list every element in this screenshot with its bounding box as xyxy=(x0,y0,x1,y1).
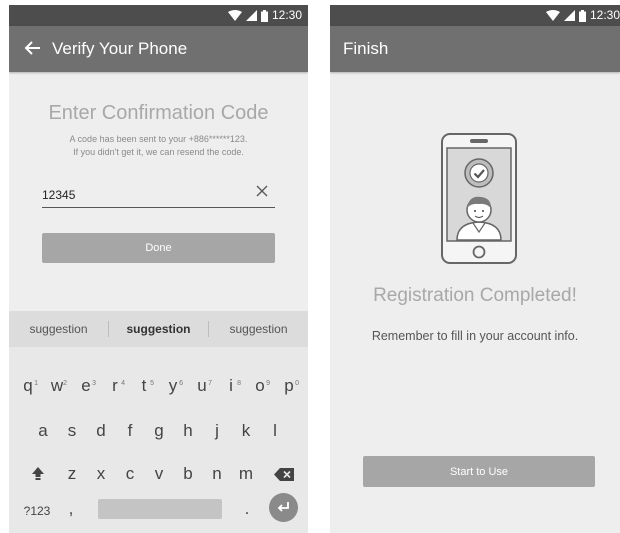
key-c[interactable]: c xyxy=(117,460,143,488)
key-label: e xyxy=(81,376,91,395)
key-w[interactable]: w2 xyxy=(44,371,70,401)
key-y[interactable]: y6 xyxy=(160,371,186,401)
key-number-hint: 2 xyxy=(63,380,67,387)
symbols-key[interactable]: ?123 xyxy=(19,501,55,521)
key-label: w xyxy=(50,376,64,395)
key-label: r xyxy=(112,376,118,395)
phone-illustration xyxy=(441,133,517,264)
key-z[interactable]: z xyxy=(59,460,85,488)
key-m[interactable]: m xyxy=(233,460,259,488)
enter-key[interactable] xyxy=(269,493,298,522)
suggestion-item[interactable]: suggestion xyxy=(209,311,308,347)
suggestion-strip: suggestion suggestion suggestion xyxy=(9,311,308,347)
app-bar: Finish xyxy=(330,26,620,72)
start-to-use-button[interactable]: Start to Use xyxy=(363,456,595,487)
key-h[interactable]: h xyxy=(175,417,201,445)
comma-key[interactable]: , xyxy=(61,497,81,521)
key-b[interactable]: b xyxy=(175,460,201,488)
key-v[interactable]: v xyxy=(146,460,172,488)
key-label: o xyxy=(255,376,265,395)
battery-icon xyxy=(578,9,586,22)
backspace-icon[interactable] xyxy=(274,468,294,481)
key-f[interactable]: f xyxy=(117,417,143,445)
done-button[interactable]: Done xyxy=(42,233,275,263)
wifi-icon xyxy=(227,10,242,21)
confirmation-code-input[interactable] xyxy=(42,182,275,208)
key-number-hint: 0 xyxy=(295,380,299,387)
key-j[interactable]: j xyxy=(204,417,230,445)
wifi-icon xyxy=(545,10,560,21)
key-number-hint: 8 xyxy=(237,380,241,387)
verify-phone-screen: 12:30 Verify Your Phone Enter Confirmati… xyxy=(9,5,308,533)
signal-icon xyxy=(563,10,575,21)
key-x[interactable]: x xyxy=(88,460,114,488)
key-number-hint: 9 xyxy=(266,380,270,387)
key-a[interactable]: a xyxy=(30,417,56,445)
close-icon[interactable] xyxy=(256,185,268,197)
key-t[interactable]: t5 xyxy=(131,371,157,401)
key-r[interactable]: r4 xyxy=(102,371,128,401)
period-key[interactable]: . xyxy=(237,497,257,521)
check-circle-icon xyxy=(464,158,494,188)
status-bar: 12:30 xyxy=(330,5,620,26)
finish-screen: 12:30 Finish Registration Completed! Rem… xyxy=(330,5,620,533)
shift-icon[interactable] xyxy=(31,466,45,480)
suggestion-item[interactable]: suggestion xyxy=(9,311,108,347)
status-time: 12:30 xyxy=(589,8,620,22)
space-key[interactable] xyxy=(98,499,222,519)
key-d[interactable]: d xyxy=(88,417,114,445)
signal-icon xyxy=(245,10,257,21)
key-s[interactable]: s xyxy=(59,417,85,445)
key-k[interactable]: k xyxy=(233,417,259,445)
key-label: y xyxy=(168,376,178,395)
key-e[interactable]: e3 xyxy=(73,371,99,401)
key-label: q xyxy=(23,376,33,395)
code-sent-text: A code has been sent to your +886******1… xyxy=(69,134,248,144)
status-time: 12:30 xyxy=(271,8,302,22)
key-g[interactable]: g xyxy=(146,417,172,445)
status-bar: 12:30 xyxy=(9,5,308,26)
app-bar-title: Verify Your Phone xyxy=(52,39,188,58)
registration-heading: Registration Completed! xyxy=(373,285,577,306)
key-number-hint: 1 xyxy=(34,380,38,387)
key-l[interactable]: l xyxy=(262,417,288,445)
key-label: i xyxy=(229,376,233,395)
arrow-left-icon[interactable] xyxy=(23,38,43,58)
app-bar: Verify Your Phone xyxy=(9,26,308,72)
battery-icon xyxy=(260,9,268,22)
key-number-hint: 4 xyxy=(121,380,125,387)
key-n[interactable]: n xyxy=(204,460,230,488)
key-o[interactable]: o9 xyxy=(247,371,273,401)
key-i[interactable]: i8 xyxy=(218,371,244,401)
key-number-hint: 5 xyxy=(150,380,154,387)
key-number-hint: 6 xyxy=(179,380,183,387)
soft-keyboard: suggestion suggestion suggestion q1w2e3r… xyxy=(9,311,308,533)
key-number-hint: 7 xyxy=(208,380,212,387)
key-p[interactable]: p0 xyxy=(276,371,302,401)
confirmation-heading: Enter Confirmation Code xyxy=(48,102,269,124)
app-bar-title: Finish xyxy=(343,39,389,58)
enter-icon xyxy=(277,502,289,512)
key-label: t xyxy=(141,376,147,395)
suggestion-item[interactable]: suggestion xyxy=(109,311,208,347)
key-u[interactable]: u7 xyxy=(189,371,215,401)
key-q[interactable]: q1 xyxy=(15,371,41,401)
key-label: u xyxy=(197,376,207,395)
resend-code-text[interactable]: If you didn't get it, we can resend the … xyxy=(9,147,308,157)
key-number-hint: 3 xyxy=(92,380,96,387)
reminder-text: Remember to fill in your account info. xyxy=(371,329,579,343)
key-label: p xyxy=(284,376,294,395)
